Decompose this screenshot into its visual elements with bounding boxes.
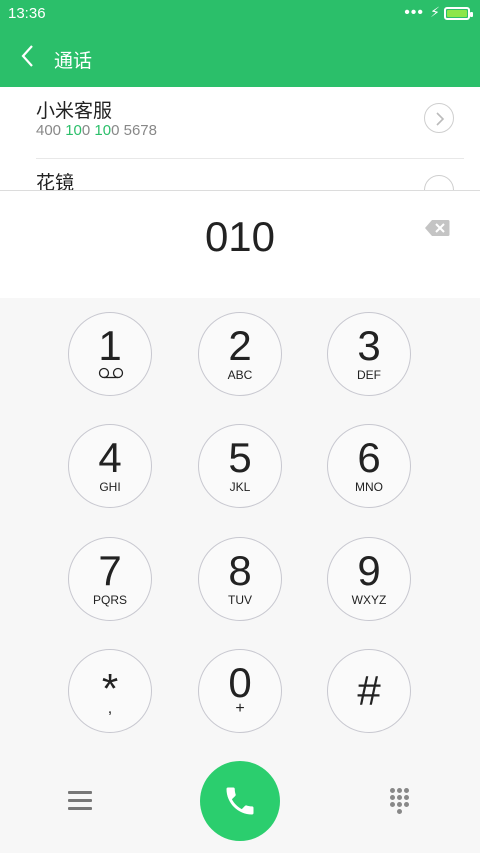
key-0[interactable]: 0 + bbox=[198, 649, 282, 733]
menu-button[interactable] bbox=[68, 791, 92, 813]
contact-result-item[interactable]: 花镜 bbox=[36, 159, 464, 190]
charging-icon: ⚡ bbox=[430, 4, 440, 20]
contact-detail-button[interactable] bbox=[424, 103, 454, 133]
contact-number: 400 100 100 5678 bbox=[36, 122, 157, 139]
key-4[interactable]: 4 GHI bbox=[68, 424, 152, 508]
key-digit: 2 bbox=[228, 322, 252, 369]
voicemail-icon bbox=[98, 367, 124, 379]
key-digit: 8 bbox=[228, 547, 252, 594]
backspace-icon bbox=[425, 220, 450, 236]
key-digit: 1 bbox=[98, 322, 122, 369]
key-letters: , bbox=[107, 700, 113, 717]
key-1[interactable]: 1 bbox=[68, 312, 152, 396]
key-2[interactable]: 2 ABC bbox=[198, 312, 282, 396]
number-part: 0 5678 bbox=[111, 122, 157, 139]
key-letters: GHI bbox=[99, 480, 121, 494]
contact-results: 小米客服 400 100 100 5678 花镜 bbox=[0, 87, 480, 190]
contact-result-item[interactable]: 小米客服 400 100 100 5678 bbox=[36, 87, 464, 159]
key-5[interactable]: 5 JKL bbox=[198, 424, 282, 508]
dial-keypad: 1 2 ABC 3 DEF 4 GHI 5 JKL 6 MNO 7 PQRS 8… bbox=[0, 298, 480, 753]
status-time: 13:36 bbox=[8, 5, 46, 22]
key-digit: # bbox=[357, 667, 381, 714]
key-letters: + bbox=[235, 700, 245, 717]
number-match: 10 bbox=[65, 122, 82, 139]
key-digit: 3 bbox=[357, 322, 381, 369]
number-part: 400 bbox=[36, 122, 66, 139]
back-button[interactable] bbox=[16, 40, 46, 72]
number-display: 010 bbox=[0, 190, 480, 298]
key-digit: 5 bbox=[228, 434, 252, 481]
key-letters: ABC bbox=[227, 368, 253, 382]
chevron-left-icon bbox=[21, 45, 33, 67]
key-letters: MNO bbox=[355, 480, 383, 494]
chevron-right-icon bbox=[436, 112, 445, 126]
contact-name: 小米客服 bbox=[36, 101, 113, 122]
status-bar: 13:36 ••• ⚡ bbox=[0, 0, 480, 28]
key-star[interactable]: * , bbox=[68, 649, 152, 733]
contact-detail-button[interactable] bbox=[424, 175, 454, 190]
page-title: 通话 bbox=[54, 51, 93, 72]
key-hash[interactable]: # bbox=[327, 649, 411, 733]
key-digit: 4 bbox=[98, 434, 122, 481]
key-8[interactable]: 8 TUV bbox=[198, 537, 282, 621]
key-digit: 7 bbox=[98, 547, 122, 594]
call-button[interactable] bbox=[200, 761, 280, 841]
key-letters: PQRS bbox=[92, 593, 127, 607]
signal-icon: ••• bbox=[404, 4, 424, 21]
key-letters: WXYZ bbox=[351, 593, 387, 607]
key-3[interactable]: 3 DEF bbox=[327, 312, 411, 396]
key-9[interactable]: 9 WXYZ bbox=[327, 537, 411, 621]
contact-name: 花镜 bbox=[36, 173, 75, 190]
dialpad-toggle-button[interactable] bbox=[388, 788, 412, 814]
phone-icon bbox=[226, 787, 254, 815]
key-letters: DEF bbox=[357, 368, 381, 382]
key-digit: 9 bbox=[357, 547, 381, 594]
key-6[interactable]: 6 MNO bbox=[327, 424, 411, 508]
key-7[interactable]: 7 PQRS bbox=[68, 537, 152, 621]
battery-icon bbox=[444, 7, 473, 20]
number-part: 0 bbox=[81, 122, 95, 139]
typed-number: 010 bbox=[204, 213, 276, 260]
backspace-button[interactable] bbox=[424, 219, 450, 237]
key-letters: TUV bbox=[228, 593, 252, 607]
bottom-bar bbox=[0, 753, 480, 853]
key-letters: JKL bbox=[229, 480, 251, 494]
app-bar: 通话 bbox=[0, 28, 480, 87]
key-digit: 6 bbox=[357, 434, 381, 481]
number-match: 10 bbox=[94, 122, 112, 139]
